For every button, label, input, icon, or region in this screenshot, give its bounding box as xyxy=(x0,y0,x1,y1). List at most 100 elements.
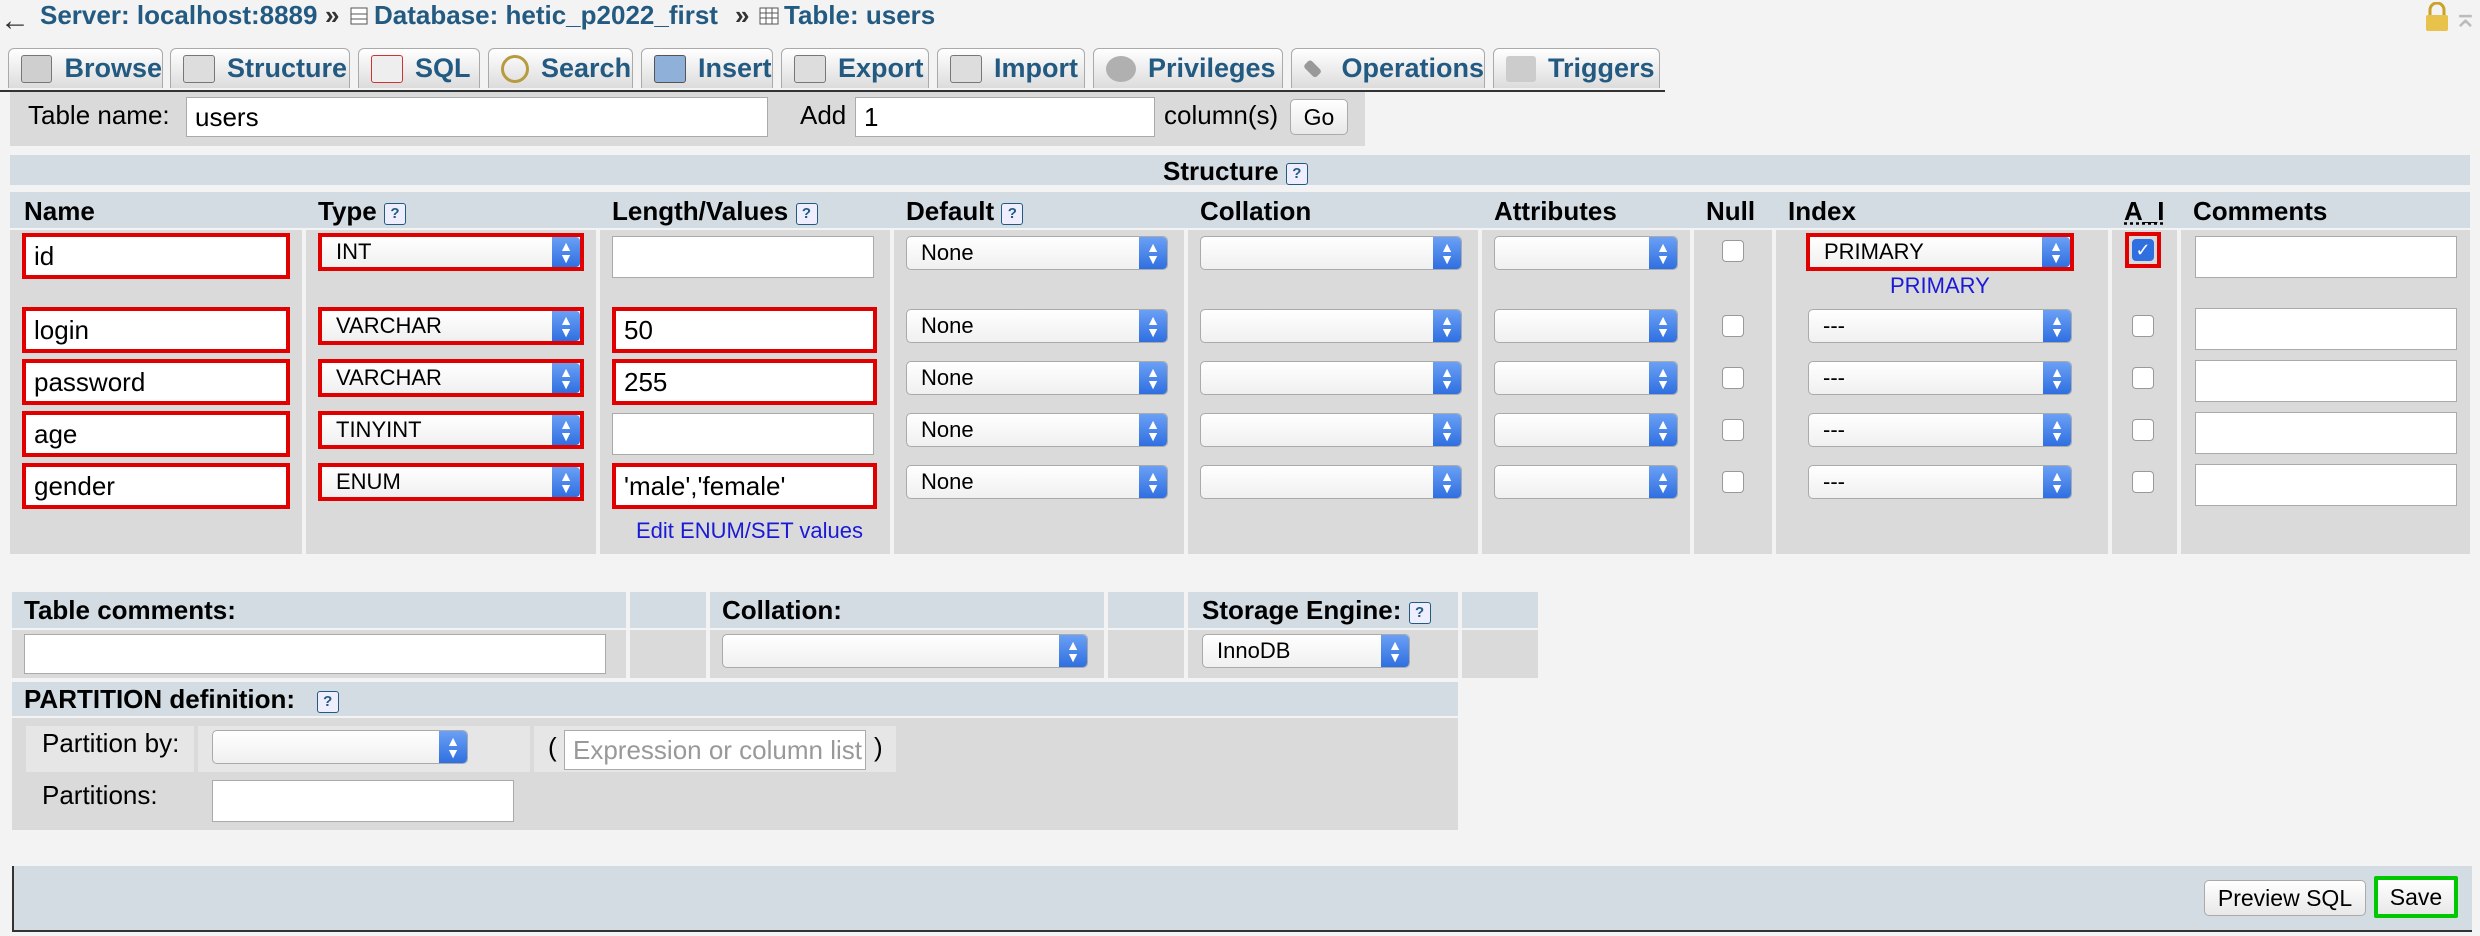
field-length-input[interactable]: 50 xyxy=(612,307,877,353)
field-length-input[interactable] xyxy=(612,413,874,455)
field-length-input[interactable] xyxy=(612,236,874,278)
field-type-select[interactable]: ENUM ▲ ▼ xyxy=(318,463,584,501)
edit-enum-link[interactable]: Edit ENUM/SET values xyxy=(636,518,863,544)
table-comments-input[interactable] xyxy=(24,634,606,674)
field-comments-input[interactable] xyxy=(2195,236,2457,278)
field-length-input[interactable]: 'male','female' xyxy=(612,463,877,509)
field-name-input[interactable]: id xyxy=(22,233,290,279)
tab-structure[interactable]: Structure xyxy=(170,48,350,88)
field-length-input[interactable]: 255 xyxy=(612,359,877,405)
tab-import[interactable]: Import xyxy=(937,48,1085,88)
select-arrow-icon: ▲ ▼ xyxy=(552,311,580,341)
field-type-select[interactable]: VARCHAR ▲ ▼ xyxy=(318,307,584,345)
breadcrumb-database[interactable]: Database: hetic_p2022_first xyxy=(348,0,718,31)
partitions-input[interactable] xyxy=(212,780,514,822)
header-attributes: Attributes xyxy=(1494,196,1617,226)
partition-expression-input[interactable]: Expression or column list xyxy=(564,730,866,770)
field-ai-checkbox[interactable] xyxy=(2132,419,2154,441)
field-collation-select[interactable]: ▲ ▼ xyxy=(1200,309,1462,343)
field-null-checkbox[interactable] xyxy=(1722,315,1744,337)
help-icon[interactable]: ? xyxy=(1001,203,1024,225)
options-header-spacer xyxy=(630,592,706,628)
field-attributes-select[interactable]: ▲ ▼ xyxy=(1494,361,1678,395)
field-attributes-select[interactable]: ▲ ▼ xyxy=(1494,309,1678,343)
field-null-checkbox[interactable] xyxy=(1722,367,1744,389)
preview-sql-button[interactable]: Preview SQL xyxy=(2204,880,2366,916)
field-default-select[interactable]: None ▲ ▼ xyxy=(906,361,1168,395)
field-type-select[interactable]: TINYINT ▲ ▼ xyxy=(318,411,584,449)
go-button[interactable]: Go xyxy=(1290,99,1348,135)
tab-privileges[interactable]: Privileges xyxy=(1093,48,1283,88)
field-index-select[interactable]: --- ▲ ▼ xyxy=(1808,413,2072,447)
collapse-icon[interactable]: ⌅ xyxy=(2453,0,2478,35)
field-collation-select[interactable]: ▲ ▼ xyxy=(1200,413,1462,447)
header-index: Index xyxy=(1788,196,1856,226)
table-collation-select[interactable]: ▲ ▼ xyxy=(722,634,1088,668)
field-name-input[interactable]: age xyxy=(22,411,290,457)
field-type-select[interactable]: VARCHAR ▲ ▼ xyxy=(318,359,584,397)
field-index-select[interactable]: --- ▲ ▼ xyxy=(1808,465,2072,499)
field-default-select[interactable]: None ▲ ▼ xyxy=(906,413,1168,447)
header-comments: Comments xyxy=(2193,196,2328,226)
tab-sql[interactable]: SQL xyxy=(358,48,480,88)
field-null-checkbox[interactable] xyxy=(1722,471,1744,493)
field-ai-checkbox[interactable]: ✓ xyxy=(2132,239,2154,261)
field-ai-checkbox[interactable] xyxy=(2132,471,2154,493)
export-icon xyxy=(794,54,826,83)
field-attributes-select[interactable]: ▲ ▼ xyxy=(1494,465,1678,499)
field-name-input[interactable]: password xyxy=(22,359,290,405)
field-index-select[interactable]: PRIMARY ▲ ▼ xyxy=(1806,233,2074,271)
table-name-input[interactable]: users xyxy=(186,97,768,137)
field-ai-checkbox[interactable] xyxy=(2132,315,2154,337)
field-default-select[interactable]: None ▲ ▼ xyxy=(906,309,1168,343)
field-name-input[interactable]: gender xyxy=(22,463,290,509)
primary-index-link[interactable]: PRIMARY xyxy=(1890,273,1990,299)
table-name-label: Table name: xyxy=(28,100,170,130)
back-arrow-icon[interactable]: ← xyxy=(0,4,30,38)
field-comments-input[interactable] xyxy=(2195,412,2457,454)
field-index-select[interactable]: --- ▲ ▼ xyxy=(1808,309,2072,343)
breadcrumb-table[interactable]: Table: users xyxy=(758,0,935,31)
field-default-select[interactable]: None ▲ ▼ xyxy=(906,465,1168,499)
tab-browse[interactable]: Browse xyxy=(8,48,163,88)
breadcrumb-server[interactable]: Server: localhost:8889 xyxy=(40,0,317,31)
select-arrow-icon: ▲ ▼ xyxy=(2042,237,2070,267)
storage-engine-select[interactable]: InnoDB ▲ ▼ xyxy=(1202,634,1410,668)
tab-triggers[interactable]: Triggers xyxy=(1493,48,1660,88)
structure-icon xyxy=(183,54,215,83)
wrench-icon xyxy=(1303,58,1323,79)
lock-icon[interactable] xyxy=(2424,1,2450,32)
columns-label: column(s) xyxy=(1164,100,1279,130)
triggers-icon xyxy=(1506,55,1536,82)
field-null-checkbox[interactable] xyxy=(1722,240,1744,262)
tab-search[interactable]: Search xyxy=(488,48,633,88)
field-comments-input[interactable] xyxy=(2195,464,2457,506)
field-default-select[interactable]: None ▲ ▼ xyxy=(906,236,1168,270)
tab-insert[interactable]: Insert xyxy=(641,48,773,88)
field-collation-select[interactable]: ▲ ▼ xyxy=(1200,361,1462,395)
help-icon[interactable]: ? xyxy=(384,203,406,225)
help-icon[interactable]: ? xyxy=(1408,602,1431,624)
select-arrow-icon: ▲ ▼ xyxy=(1433,310,1461,342)
select-arrow-icon: ▲ ▼ xyxy=(1433,362,1461,394)
add-columns-input[interactable]: 1 xyxy=(855,97,1155,137)
field-attributes-select[interactable]: ▲ ▼ xyxy=(1494,413,1678,447)
field-comments-input[interactable] xyxy=(2195,360,2457,402)
tab-operations[interactable]: Operations xyxy=(1291,48,1485,88)
field-attributes-select[interactable]: ▲ ▼ xyxy=(1494,236,1678,270)
help-icon[interactable]: ? xyxy=(316,691,339,713)
field-collation-select[interactable]: ▲ ▼ xyxy=(1200,236,1462,270)
field-index-select[interactable]: --- ▲ ▼ xyxy=(1808,361,2072,395)
field-collation-select[interactable]: ▲ ▼ xyxy=(1200,465,1462,499)
partition-by-select[interactable]: ▲ ▼ xyxy=(212,730,468,764)
field-comments-input[interactable] xyxy=(2195,308,2457,350)
field-null-checkbox[interactable] xyxy=(1722,419,1744,441)
field-ai-checkbox[interactable] xyxy=(2132,367,2154,389)
help-icon[interactable]: ? xyxy=(1285,163,1308,185)
help-icon[interactable]: ? xyxy=(795,203,818,225)
save-button[interactable]: Save xyxy=(2374,876,2458,918)
insert-icon xyxy=(654,54,686,83)
tab-export[interactable]: Export xyxy=(781,48,929,88)
field-type-select[interactable]: INT ▲ ▼ xyxy=(318,233,584,271)
field-name-input[interactable]: login xyxy=(22,307,290,353)
